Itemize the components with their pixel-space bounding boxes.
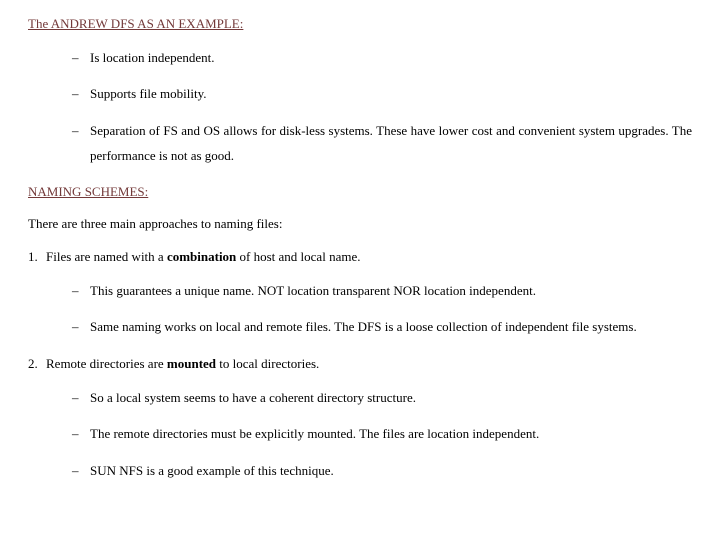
- scheme1-sublist: This guarantees a unique name. NOT locat…: [46, 279, 692, 340]
- intro-paragraph: There are three main approaches to namin…: [28, 214, 692, 234]
- scheme-item-1: 1. Files are named with a combination of…: [28, 247, 692, 340]
- scheme1-pre: Files are named with a: [46, 249, 167, 264]
- list-item: Supports file mobility.: [72, 82, 692, 107]
- scheme2-post: to local directories.: [216, 356, 319, 371]
- list-number: 2.: [28, 354, 38, 374]
- scheme-item-2: 2. Remote directories are mounted to loc…: [28, 354, 692, 484]
- list-item: Separation of FS and OS allows for disk-…: [72, 119, 692, 168]
- document-page: The ANDREW DFS AS AN EXAMPLE: Is locatio…: [0, 0, 720, 512]
- list-item: Is location independent.: [72, 46, 692, 71]
- scheme1-post: of host and local name.: [236, 249, 360, 264]
- schemes-list: 1. Files are named with a combination of…: [28, 247, 692, 483]
- list-item: So a local system seems to have a cohere…: [72, 386, 692, 411]
- list-item: Same naming works on local and remote fi…: [72, 315, 692, 340]
- list-item: The remote directories must be explicitl…: [72, 422, 692, 447]
- scheme2-sublist: So a local system seems to have a cohere…: [46, 386, 692, 484]
- heading-andrew-dfs: The ANDREW DFS AS AN EXAMPLE:: [28, 14, 692, 34]
- scheme1-bold: combination: [167, 249, 236, 264]
- andrew-list: Is location independent. Supports file m…: [28, 46, 692, 169]
- scheme2-bold: mounted: [167, 356, 216, 371]
- list-item: SUN NFS is a good example of this techni…: [72, 459, 692, 484]
- scheme2-pre: Remote directories are: [46, 356, 167, 371]
- list-number: 1.: [28, 247, 38, 267]
- list-item: This guarantees a unique name. NOT locat…: [72, 279, 692, 304]
- heading-naming-schemes: NAMING SCHEMES:: [28, 182, 692, 202]
